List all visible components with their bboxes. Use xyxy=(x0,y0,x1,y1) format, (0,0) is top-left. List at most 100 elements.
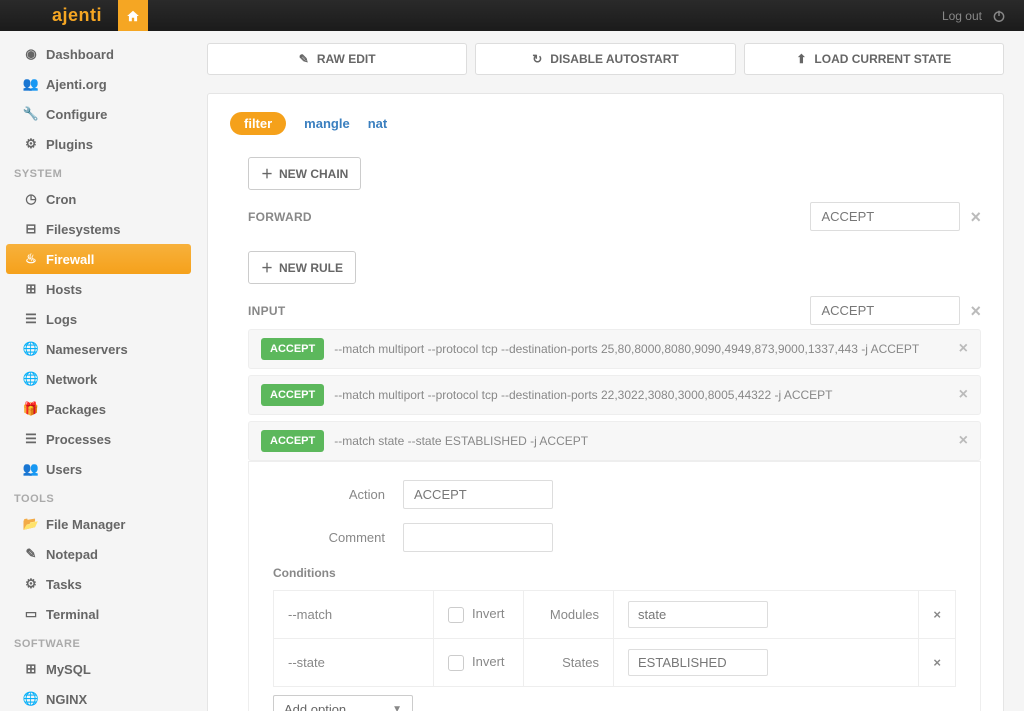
modules-label: Modules xyxy=(524,591,614,639)
sidebar-item-file-manager[interactable]: 📂File Manager xyxy=(0,509,197,539)
folder-icon: 📂 xyxy=(22,516,40,532)
chain-input-label: INPUT xyxy=(248,304,286,318)
gift-icon: 🎁 xyxy=(22,401,40,417)
condition-option: --state xyxy=(274,639,434,687)
home-button[interactable] xyxy=(118,0,148,31)
brand-logo: ajenti xyxy=(0,5,118,26)
modules-input[interactable] xyxy=(628,601,768,628)
sidebar-header-system: SYSTEM xyxy=(0,159,197,184)
sidebar-item-users[interactable]: 👥Users xyxy=(0,454,197,484)
sidebar: ◉Dashboard 👥Ajenti.org 🔧Configure ⚙Plugi… xyxy=(0,31,197,711)
tab-nat[interactable]: nat xyxy=(368,113,388,134)
conditions-header: Conditions xyxy=(273,566,956,580)
comment-input[interactable] xyxy=(403,523,553,552)
sidebar-item-network[interactable]: 🌐Network xyxy=(0,364,197,394)
rule-delete-button[interactable]: × xyxy=(959,340,968,358)
raw-edit-button[interactable]: ✎RAW EDIT xyxy=(207,43,467,75)
cogs-icon: ⚙ xyxy=(22,136,40,152)
plus-icon: ＋ xyxy=(261,259,273,276)
sidebar-item-nameservers[interactable]: 🌐Nameservers xyxy=(0,334,197,364)
states-label: States xyxy=(524,639,614,687)
terminal-icon: ▭ xyxy=(22,606,40,622)
rule-delete-button[interactable]: × xyxy=(959,386,968,404)
rule-delete-button[interactable]: × xyxy=(959,432,968,450)
edit-icon: ✎ xyxy=(22,546,40,562)
pencil-icon: ✎ xyxy=(299,52,309,66)
refresh-icon: ↻ xyxy=(532,52,542,66)
invert-label: Invert xyxy=(472,654,505,669)
forward-policy-input[interactable] xyxy=(810,202,960,231)
load-current-state-button[interactable]: ⬆LOAD CURRENT STATE xyxy=(744,43,1004,75)
rule-action-badge: ACCEPT xyxy=(261,384,324,406)
input-policy-input[interactable] xyxy=(810,296,960,325)
users-icon: 👥 xyxy=(22,76,40,92)
sidebar-item-processes[interactable]: ☰Processes xyxy=(0,424,197,454)
sidebar-item-terminal[interactable]: ▭Terminal xyxy=(0,599,197,629)
chevron-down-icon: ▼ xyxy=(392,704,402,711)
globe-icon: 🌐 xyxy=(22,691,40,707)
action-label: Action xyxy=(273,487,403,502)
sidebar-header-tools: TOOLS xyxy=(0,484,197,509)
sidebar-item-mysql[interactable]: ⊞MySQL xyxy=(0,654,197,684)
fire-icon: ♨ xyxy=(22,251,40,267)
condition-delete-button[interactable]: × xyxy=(919,639,956,687)
invert-label: Invert xyxy=(472,606,505,621)
rule-action-badge: ACCEPT xyxy=(261,338,324,360)
wrench-icon: 🔧 xyxy=(22,106,40,122)
home-icon xyxy=(126,9,140,23)
comment-label: Comment xyxy=(273,530,403,545)
sidebar-item-firewall[interactable]: ♨Firewall xyxy=(6,244,191,274)
list-icon: ☰ xyxy=(22,311,40,327)
sidebar-item-plugins[interactable]: ⚙Plugins xyxy=(0,129,197,159)
rule-editor: Action Comment Conditions --match Invert… xyxy=(248,461,981,711)
tab-filter[interactable]: filter xyxy=(230,112,286,135)
new-rule-button[interactable]: ＋NEW RULE xyxy=(248,251,356,284)
upload-icon: ⬆ xyxy=(796,52,806,66)
table-icon: ⊞ xyxy=(22,661,40,677)
chain-forward-label: FORWARD xyxy=(248,210,312,224)
sidebar-item-tasks[interactable]: ⚙Tasks xyxy=(0,569,197,599)
sidebar-item-packages[interactable]: 🎁Packages xyxy=(0,394,197,424)
rule-row[interactable]: ACCEPT --match state --state ESTABLISHED… xyxy=(248,421,981,461)
states-input[interactable] xyxy=(628,649,768,676)
rule-text: --match multiport --protocol tcp --desti… xyxy=(334,342,948,356)
globe-icon: 🌐 xyxy=(22,341,40,357)
rule-row[interactable]: ACCEPT --match multiport --protocol tcp … xyxy=(248,375,981,415)
sidebar-item-configure[interactable]: 🔧Configure xyxy=(0,99,197,129)
dashboard-icon: ◉ xyxy=(22,46,40,62)
logout-link[interactable]: Log out xyxy=(942,9,992,23)
sidebar-item-nginx[interactable]: 🌐NGINX xyxy=(0,684,197,711)
rule-action-badge: ACCEPT xyxy=(261,430,324,452)
sidebar-item-ajenti-org[interactable]: 👥Ajenti.org xyxy=(0,69,197,99)
rule-text: --match state --state ESTABLISHED -j ACC… xyxy=(334,434,948,448)
condition-delete-button[interactable]: × xyxy=(919,591,956,639)
input-delete-button[interactable]: × xyxy=(970,302,981,320)
users-icon: 👥 xyxy=(22,461,40,477)
list-icon: ☰ xyxy=(22,431,40,447)
tab-mangle[interactable]: mangle xyxy=(304,113,350,134)
sidebar-header-software: SOFTWARE xyxy=(0,629,197,654)
condition-option: --match xyxy=(274,591,434,639)
sidebar-item-logs[interactable]: ☰Logs xyxy=(0,304,197,334)
sidebar-item-hosts[interactable]: ⊞Hosts xyxy=(0,274,197,304)
invert-checkbox[interactable] xyxy=(448,655,464,671)
disable-autostart-button[interactable]: ↻DISABLE AUTOSTART xyxy=(475,43,735,75)
cog-icon: ⚙ xyxy=(22,576,40,592)
forward-delete-button[interactable]: × xyxy=(970,208,981,226)
power-icon[interactable] xyxy=(992,9,1024,23)
plus-icon: ＋ xyxy=(261,165,273,182)
sidebar-item-notepad[interactable]: ✎Notepad xyxy=(0,539,197,569)
clock-icon: ◷ xyxy=(22,191,40,207)
add-option-select[interactable]: Add option ▼ xyxy=(273,695,413,711)
rule-row[interactable]: ACCEPT --match multiport --protocol tcp … xyxy=(248,329,981,369)
hdd-icon: ⊟ xyxy=(22,221,40,237)
action-input[interactable] xyxy=(403,480,553,509)
globe-icon: 🌐 xyxy=(22,371,40,387)
invert-checkbox[interactable] xyxy=(448,607,464,623)
sidebar-item-dashboard[interactable]: ◉Dashboard xyxy=(0,39,197,69)
rule-text: --match multiport --protocol tcp --desti… xyxy=(334,388,948,402)
sidebar-item-cron[interactable]: ◷Cron xyxy=(0,184,197,214)
sidebar-item-filesystems[interactable]: ⊟Filesystems xyxy=(0,214,197,244)
sitemap-icon: ⊞ xyxy=(22,281,40,297)
new-chain-button[interactable]: ＋NEW CHAIN xyxy=(248,157,361,190)
